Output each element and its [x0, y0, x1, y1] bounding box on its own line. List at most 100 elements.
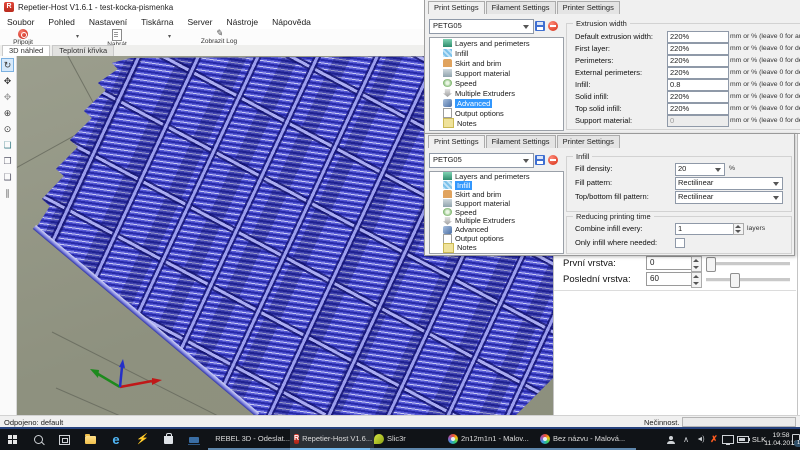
tree-item-infill[interactable]: Infill	[430, 48, 563, 58]
last-layer-slider-handle[interactable]	[730, 273, 740, 288]
advanced-icon	[443, 226, 452, 234]
tray-alert-icon[interactable]	[708, 429, 720, 450]
delete-preset-icon[interactable]	[548, 21, 558, 31]
tree-item-extruders[interactable]: Multiple Extruders	[430, 88, 563, 98]
top-solid-infill-width-input[interactable]: 220%	[667, 103, 729, 115]
tab-printer-settings[interactable]: Printer Settings	[557, 135, 620, 148]
tray-overflow-icon[interactable]	[680, 429, 692, 450]
top-view-icon[interactable]	[1, 170, 14, 184]
preset-combobox[interactable]: PETG05	[429, 19, 534, 34]
support-material-width-input[interactable]: 0	[667, 115, 729, 127]
solid-infill-width-input[interactable]: 220%	[667, 91, 729, 103]
clock[interactable]: 19:5811.04.2018	[768, 429, 794, 450]
perimeters-width-input[interactable]: 220%	[667, 55, 729, 67]
menu-pohled[interactable]: Pohled	[41, 14, 81, 27]
edge-browser-icon[interactable]	[104, 429, 128, 450]
load-dropdown-icon[interactable]	[168, 33, 171, 40]
default-extrusion-width-input[interactable]: 220%	[667, 31, 729, 43]
menu-soubor[interactable]: Soubor	[0, 14, 41, 27]
zoom-tool-icon[interactable]	[1, 122, 14, 136]
tree-item-skirt[interactable]: Skirt and brim	[430, 58, 563, 68]
connect-button[interactable]: Připojit	[4, 29, 42, 46]
move-object-tool-icon[interactable]	[1, 74, 14, 88]
first-layer-input[interactable]: 0	[646, 256, 693, 270]
tree-item-advanced[interactable]: Advanced	[430, 98, 563, 108]
menu-server[interactable]: Server	[180, 14, 219, 27]
taskbar-button-paint-1[interactable]: 2n12m1n1 - Malov...	[444, 429, 540, 450]
top-bottom-fill-pattern-combobox[interactable]: Rectilinear	[675, 191, 783, 204]
tab-filament-settings[interactable]: Filament Settings	[486, 1, 556, 14]
last-layer-input[interactable]: 60	[646, 272, 693, 286]
first-layer-spinner[interactable]	[691, 256, 702, 272]
tree-item-speed[interactable]: Speed	[430, 208, 563, 217]
tab-print-settings[interactable]: Print Settings	[428, 135, 485, 148]
tree-item-notes[interactable]: Notes	[430, 243, 563, 252]
tree-item-support[interactable]: Support material	[430, 199, 563, 208]
taskbar-button-slic3r[interactable]: Slic3r	[370, 429, 448, 450]
menu-nastroje[interactable]: Nástroje	[220, 14, 266, 27]
connection-status: Odpojeno: default	[4, 418, 63, 427]
first-layer-slider[interactable]	[706, 262, 790, 266]
tab-3d-view[interactable]: 3D náhled	[2, 45, 50, 56]
show-log-button[interactable]: Zobrazit Log	[186, 29, 252, 45]
taskbar-button-firefox[interactable]: REBEL 3D - Odeslat...	[208, 429, 294, 450]
tree-item-extruders[interactable]: Multiple Extruders	[430, 216, 563, 225]
action-center-icon[interactable]: 1	[792, 429, 800, 450]
speed-icon	[443, 208, 452, 216]
tree-item-layers[interactable]: Layers and perimeters	[430, 38, 563, 48]
tree-item-notes[interactable]: Notes	[430, 118, 563, 128]
first-layer-slider-handle[interactable]	[706, 257, 716, 272]
windows-taskbar: REBEL 3D - Odeslat... Repetier-Host V1.6…	[0, 429, 800, 450]
move-viewpoint-tool-icon[interactable]	[1, 90, 14, 104]
rotate-view-tool-icon[interactable]	[1, 58, 14, 72]
tree-item-output[interactable]: Output options	[430, 108, 563, 118]
fill-density-combobox[interactable]: 20	[675, 163, 725, 176]
menu-napoveda[interactable]: Nápověda	[265, 14, 318, 27]
first-layer-width-input[interactable]: 220%	[667, 43, 729, 55]
tab-temperature-curve[interactable]: Teplotní křivka	[52, 45, 114, 56]
taskbar-button-repetier[interactable]: Repetier-Host V1.6...	[290, 429, 374, 450]
settings-tree: Layers and perimeters Infill Skirt and b…	[429, 171, 564, 254]
volume-icon[interactable]	[693, 429, 707, 450]
last-layer-spinner[interactable]	[691, 272, 702, 288]
external-perimeters-width-input[interactable]: 220%	[667, 67, 729, 79]
task-view-icon[interactable]	[52, 429, 76, 450]
group-title: Extrusion width	[573, 19, 630, 28]
isometric-view-icon[interactable]	[1, 138, 14, 152]
tree-item-skirt[interactable]: Skirt and brim	[430, 190, 563, 199]
file-explorer-icon[interactable]	[78, 429, 102, 450]
tree-item-layers[interactable]: Layers and perimeters	[430, 172, 563, 181]
infill-width-input[interactable]: 0.8	[667, 79, 729, 91]
laptop-app-icon[interactable]	[182, 429, 206, 450]
tab-print-settings[interactable]: Print Settings	[428, 1, 485, 14]
delete-preset-icon[interactable]	[548, 155, 558, 165]
save-preset-icon[interactable]	[535, 21, 545, 31]
people-icon[interactable]	[664, 429, 678, 450]
save-preset-icon[interactable]	[535, 155, 545, 165]
tab-filament-settings[interactable]: Filament Settings	[486, 135, 556, 148]
menu-tiskarna[interactable]: Tiskárna	[134, 14, 180, 27]
group-title: Reducing printing time	[573, 212, 654, 221]
zoom-in-tool-icon[interactable]	[1, 106, 14, 120]
preset-combobox[interactable]: PETG05	[429, 153, 534, 168]
menu-nastaveni[interactable]: Nastavení	[82, 14, 134, 27]
only-infill-checkbox[interactable]	[675, 238, 685, 248]
start-button[interactable]	[0, 429, 24, 450]
battery-icon[interactable]	[736, 429, 750, 450]
last-layer-slider[interactable]	[706, 278, 790, 282]
tree-item-infill[interactable]: Infill	[430, 181, 563, 190]
winamp-icon[interactable]	[130, 429, 154, 450]
parallel-projection-icon[interactable]	[1, 186, 14, 200]
tree-item-support[interactable]: Support material	[430, 68, 563, 78]
combine-infill-spinner[interactable]	[733, 223, 744, 235]
tree-item-speed[interactable]: Speed	[430, 78, 563, 88]
fill-pattern-combobox[interactable]: Rectilinear	[675, 177, 783, 190]
taskbar-button-paint-2[interactable]: Bez názvu - Malová...	[536, 429, 636, 450]
tab-printer-settings[interactable]: Printer Settings	[557, 1, 620, 14]
store-icon[interactable]	[156, 429, 180, 450]
network-display-icon[interactable]	[721, 429, 735, 450]
connect-dropdown-icon[interactable]	[76, 33, 79, 40]
combine-infill-input[interactable]: 1	[675, 223, 735, 235]
search-icon[interactable]	[26, 429, 50, 450]
front-view-icon[interactable]	[1, 154, 14, 168]
